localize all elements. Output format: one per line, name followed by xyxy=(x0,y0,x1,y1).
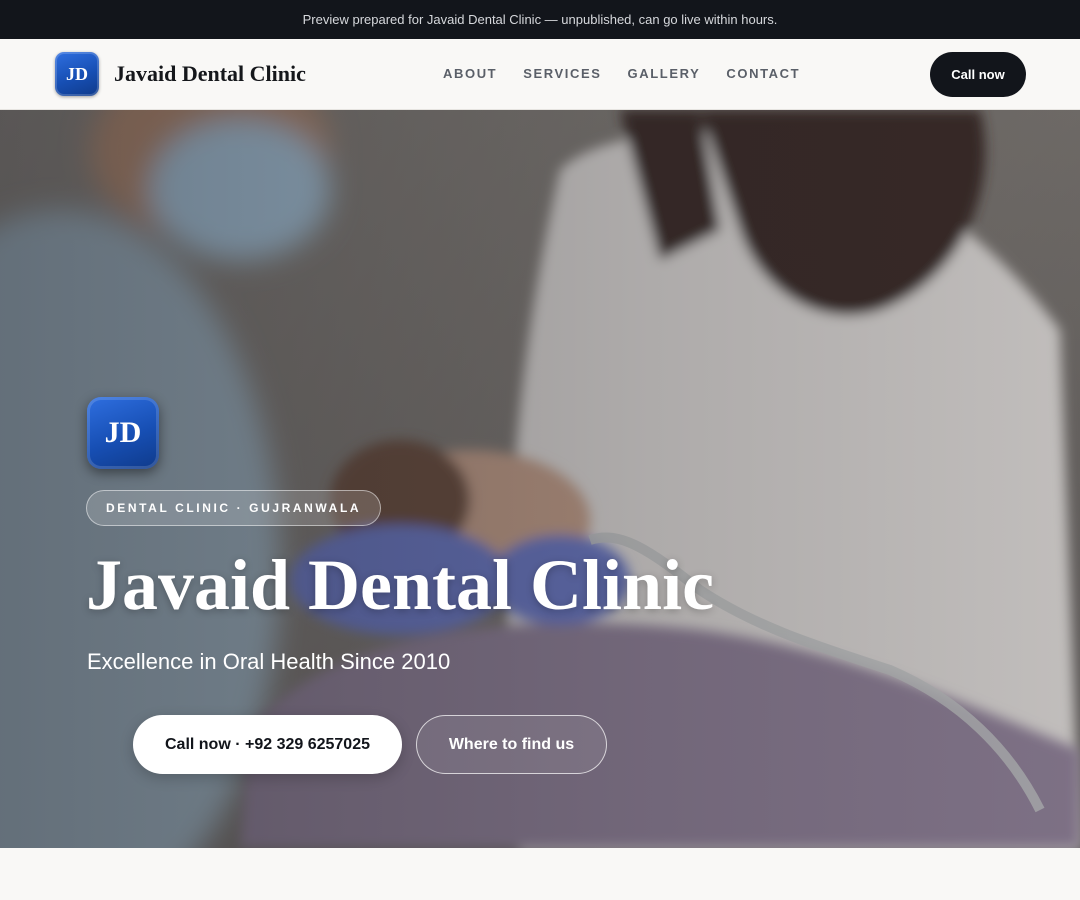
preview-banner: Preview prepared for Javaid Dental Clini… xyxy=(0,0,1080,39)
hero-logo-initials: JD xyxy=(104,416,142,449)
hero-subtitle: Excellence in Oral Health Since 2010 xyxy=(87,649,451,674)
main-nav: ABOUT SERVICES GALLERY CONTACT xyxy=(443,66,826,81)
nav-about[interactable]: ABOUT xyxy=(443,66,497,81)
hero-logo-icon: JD xyxy=(87,397,159,469)
header-call-button[interactable]: Call now xyxy=(930,52,1026,97)
nav-services[interactable]: SERVICES xyxy=(523,66,601,81)
hero-section: JD DENTAL CLINIC · GUJRANWALA Javaid Den… xyxy=(0,110,1080,848)
hero-title: Javaid Dental Clinic xyxy=(86,545,715,625)
clinic-logo-icon[interactable]: JD xyxy=(55,52,99,96)
hero-directions-button[interactable]: Where to find us xyxy=(416,715,607,774)
nav-gallery[interactable]: GALLERY xyxy=(628,66,701,81)
logo-initials: JD xyxy=(66,63,88,84)
nav-contact[interactable]: CONTACT xyxy=(726,66,800,81)
hero-eyebrow-tag: DENTAL CLINIC · GUJRANWALA xyxy=(86,490,382,526)
brand-name[interactable]: Javaid Dental Clinic xyxy=(114,61,306,87)
site-header: JD Javaid Dental Clinic ABOUT SERVICES G… xyxy=(0,39,1080,110)
hero-call-button[interactable]: Call now · +92 329 6257025 xyxy=(133,715,402,774)
preview-banner-text: Preview prepared for Javaid Dental Clini… xyxy=(302,12,778,27)
